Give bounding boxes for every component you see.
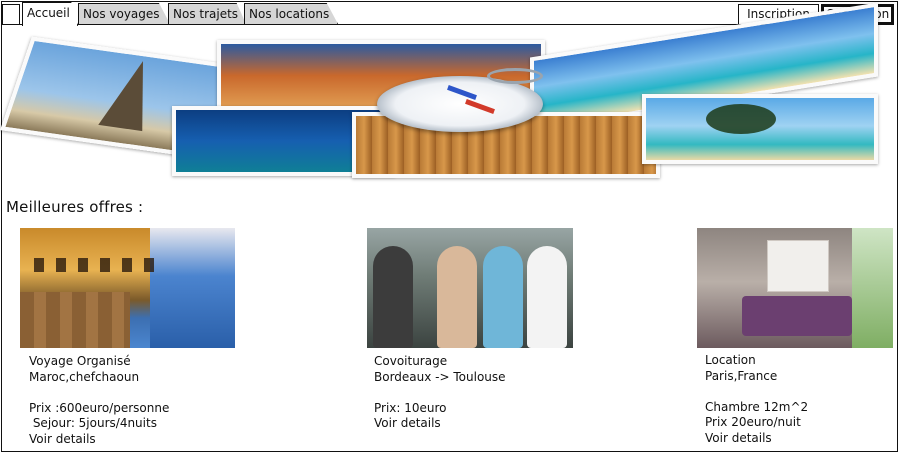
hero-photo-palm	[642, 94, 878, 164]
offer-room-size: Chambre 12m^2	[705, 399, 809, 414]
passenger-shape	[373, 246, 413, 348]
offer-category: Covoiturage	[374, 354, 448, 368]
offer-card-location: Location Paris,France Chambre 12m^2 Prix…	[705, 353, 808, 447]
tab-blank	[2, 4, 20, 24]
tab-baseline	[2, 24, 742, 25]
offer-price: Prix: 10euro	[374, 400, 447, 415]
offer-route: Bordeaux -> Toulouse	[374, 369, 506, 384]
offer-price: Prix :600euro/personne	[29, 400, 170, 415]
passenger-shape	[437, 246, 477, 348]
offer-image-room[interactable]	[697, 228, 893, 348]
palm-tree-shape	[706, 104, 776, 134]
compass-ring	[487, 68, 543, 84]
offer-category: Voyage Organisé	[29, 354, 131, 368]
compass-needle-south	[465, 99, 495, 114]
tab-accueil[interactable]: Accueil	[22, 2, 78, 26]
compass-needle-north	[447, 85, 477, 100]
tab-nos-locations[interactable]: Nos locations	[244, 3, 338, 24]
houses-shape	[20, 292, 130, 348]
offer-place: Paris,France	[705, 368, 778, 383]
camels-shape	[34, 258, 164, 272]
passenger-shape	[527, 246, 567, 348]
offer-card-carpool: Covoiturage Bordeaux -> Toulouse Prix: 1…	[374, 354, 506, 432]
section-title: Meilleures offres :	[6, 198, 144, 216]
window-shape	[852, 228, 893, 348]
offer-price: Prix 20euro/nuit	[705, 415, 801, 430]
voir-details-link[interactable]: Voir details	[374, 416, 506, 432]
offer-place: Maroc,chefchaoun	[29, 369, 140, 384]
compass-icon	[377, 68, 543, 132]
headboard-shape	[767, 240, 829, 292]
hero-collage	[0, 2, 882, 180]
bed-shape	[742, 296, 852, 336]
passenger-shape	[483, 246, 523, 348]
eiffel-tower-shape	[98, 58, 165, 132]
tab-nos-voyages[interactable]: Nos voyages	[78, 3, 170, 24]
offer-image-maroc[interactable]	[20, 228, 235, 348]
blue-city-shape	[150, 228, 235, 348]
voir-details-link[interactable]: Voir details	[29, 432, 169, 448]
offer-image-carpool[interactable]	[367, 228, 573, 348]
offer-category: Location	[705, 353, 756, 367]
tab-nos-trajets[interactable]: Nos trajets	[168, 3, 246, 24]
offer-duration: Sejour: 5jours/4nuits	[29, 416, 157, 431]
offer-card-maroc: Voyage Organisé Maroc,chefchaoun Prix :6…	[29, 354, 169, 448]
voir-details-link[interactable]: Voir details	[705, 431, 808, 447]
